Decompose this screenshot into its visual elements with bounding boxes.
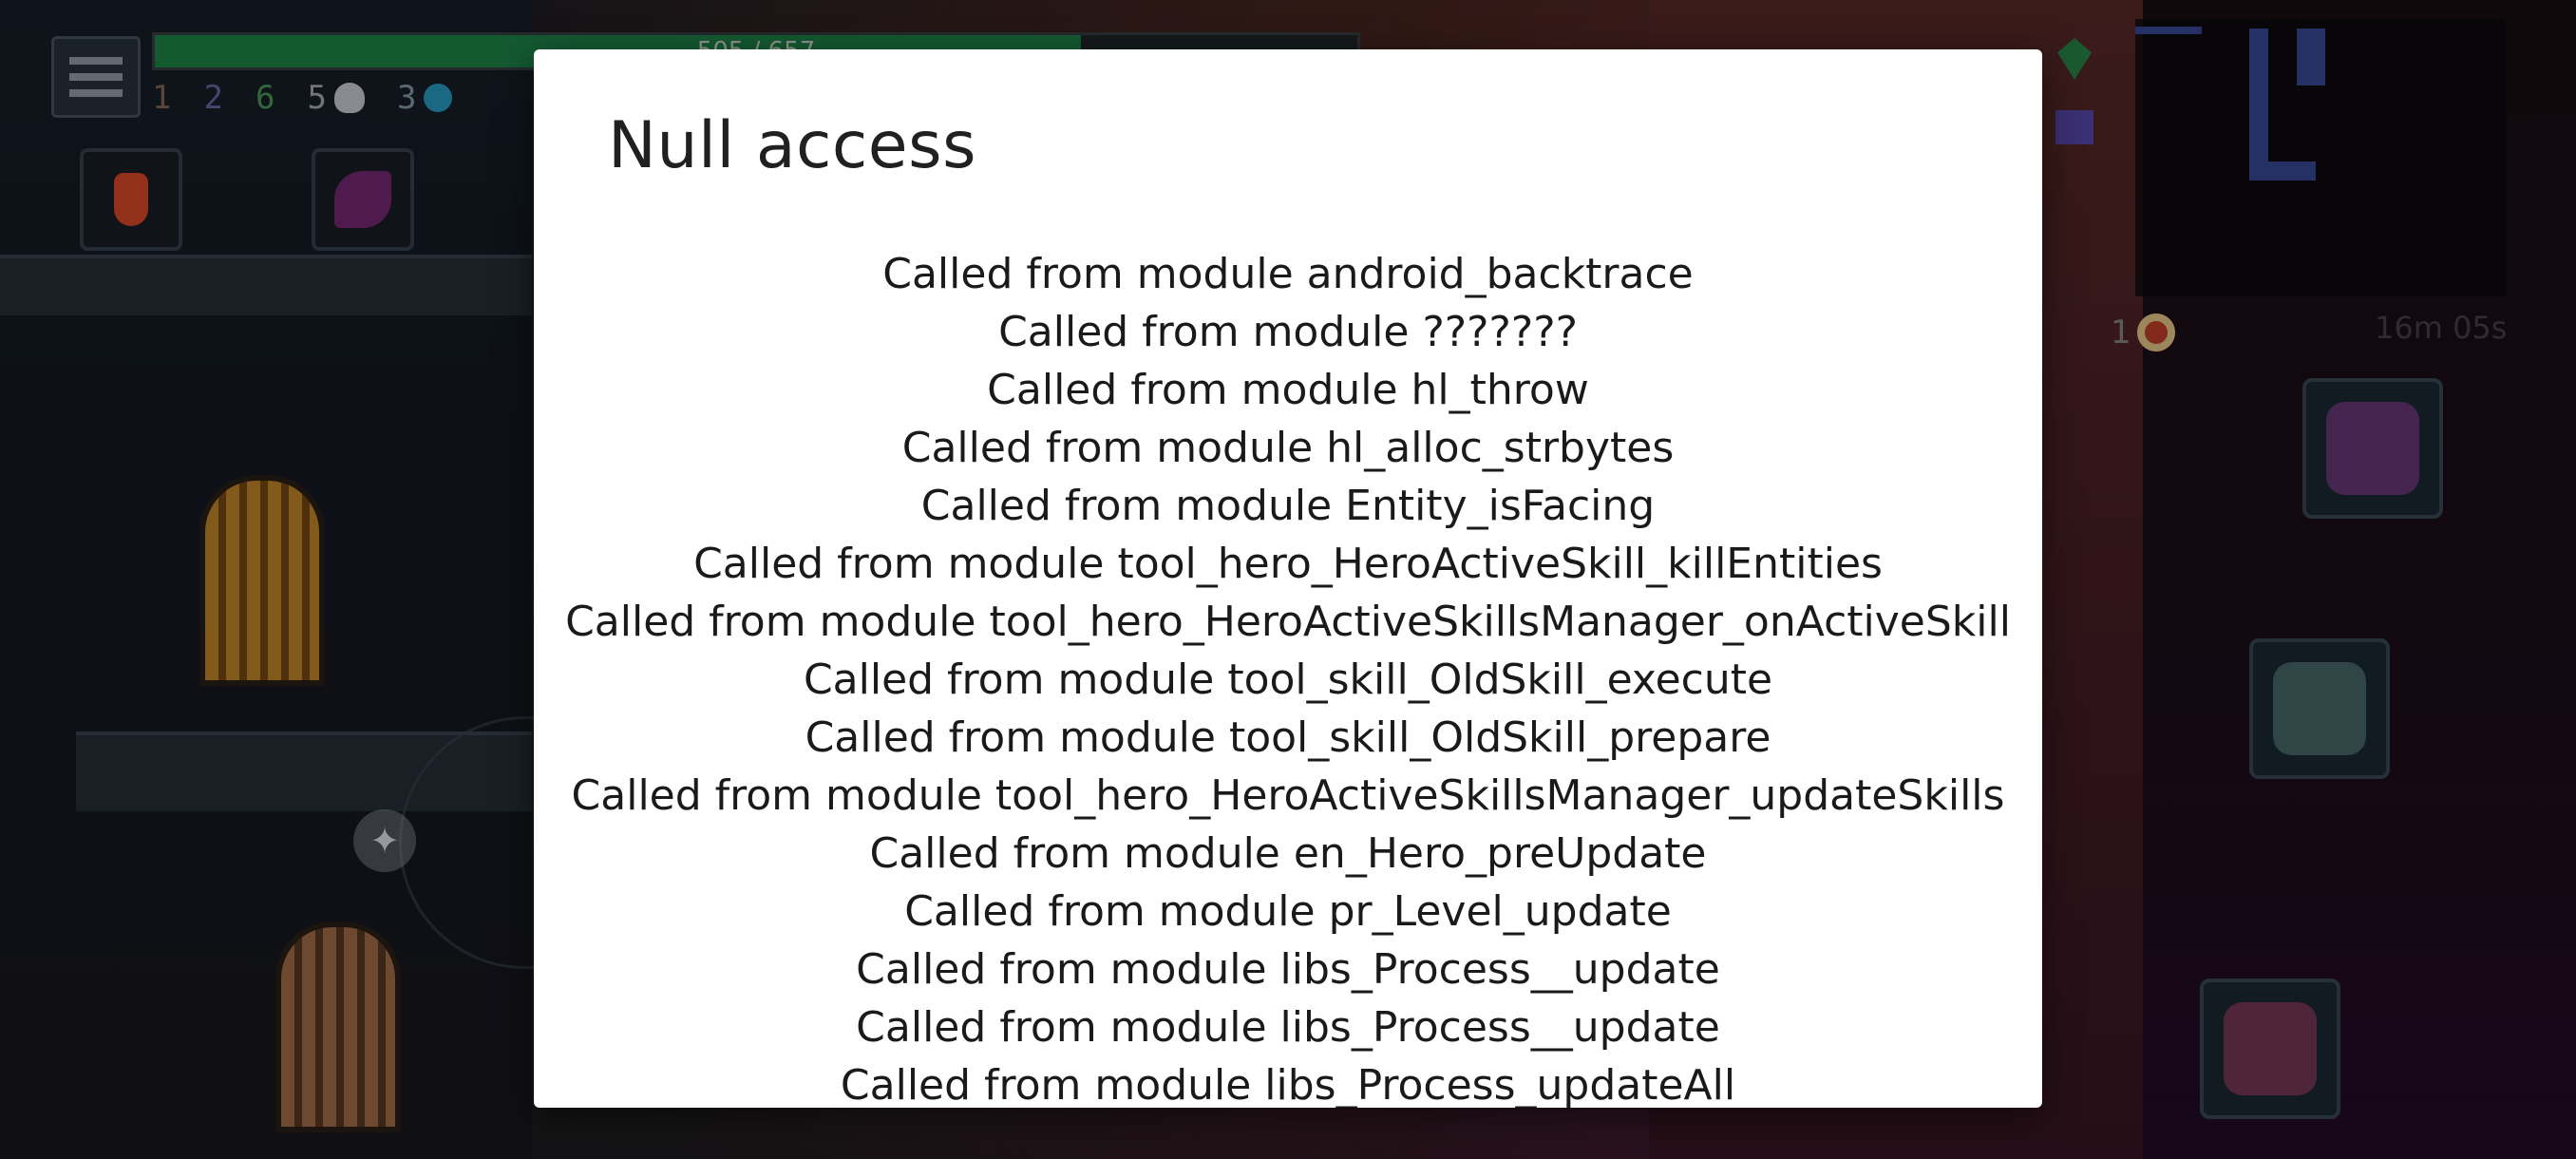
stack-trace-line: Called from module Entity_isFacing <box>920 482 1656 530</box>
stack-trace-line: Called from module tool_skill_OldSkill_e… <box>803 656 1773 704</box>
stack-trace-line: Called from module hl_throw <box>987 366 1589 414</box>
stack-trace-line: Called from module libs_Process__update <box>856 1003 1720 1052</box>
stack-trace-line: Called from module pr_Level_update <box>904 887 1672 936</box>
error-dialog[interactable]: Null access Called from module android_b… <box>534 49 2042 1108</box>
stack-trace-line: Called from module en_Hero_preUpdate <box>869 829 1707 878</box>
stack-trace-line: Called from module tool_hero_HeroActiveS… <box>565 598 2011 646</box>
stack-trace-line: Called from module libs_Process_updateAl… <box>840 1061 1736 1108</box>
dialog-title: Null access <box>608 108 976 183</box>
stack-trace-line: Called from module android_backtrace <box>882 250 1694 298</box>
stack-trace-line: Called from module tool_hero_HeroActiveS… <box>571 771 2005 820</box>
stack-trace: Called from module android_backtrace Call… <box>534 245 2042 1108</box>
game-screen: 505 / 657 1 2 6 5 3 16m 05s 1 ✦ Null acc <box>0 0 2576 1159</box>
stack-trace-line: Called from module hl_alloc_strbytes <box>901 424 1675 472</box>
stack-trace-line: Called from module tool_skill_OldSkill_p… <box>805 713 1771 762</box>
stack-trace-line: Called from module tool_hero_HeroActiveS… <box>693 540 1883 588</box>
stack-trace-line: Called from module libs_Process__update <box>856 945 1720 994</box>
stack-trace-line: Called from module ??????? <box>998 308 1578 356</box>
